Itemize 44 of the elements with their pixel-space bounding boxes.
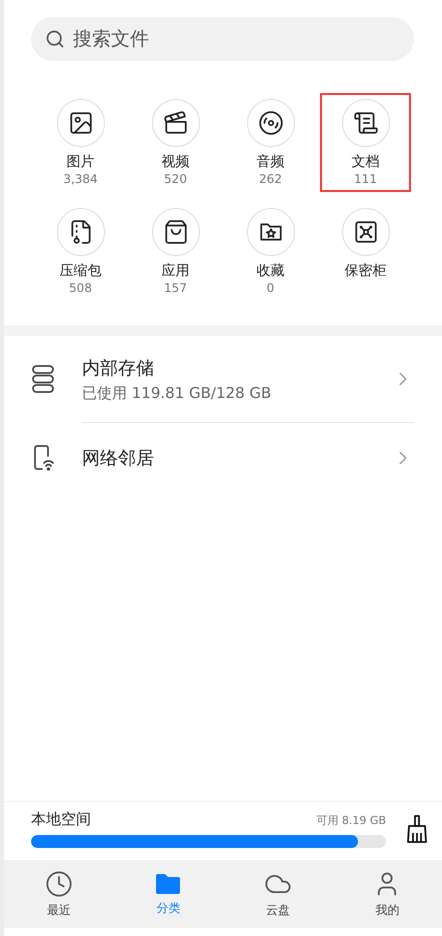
location-title[interactable]: 内部存储 — [82, 356, 392, 380]
category-button[interactable] — [246, 208, 294, 256]
category-button[interactable] — [56, 208, 104, 256]
category-count: 0 — [266, 280, 274, 296]
location-subtitle: 已使用 119.81 GB/128 GB — [82, 384, 272, 402]
safe-icon — [352, 219, 378, 245]
category-label: 文档 — [352, 153, 380, 171]
category-button[interactable] — [342, 99, 390, 147]
category-button[interactable] — [152, 208, 200, 256]
space-label: 本地空间 — [31, 810, 91, 829]
category-count: 157 — [164, 280, 187, 296]
category-label: 保密柜 — [344, 262, 386, 280]
tab[interactable]: 我的 — [332, 860, 442, 928]
category-label: 应用 — [162, 262, 190, 280]
category-count: 3,384 — [63, 171, 98, 187]
storage-icon — [32, 365, 54, 393]
category-label: 音频 — [256, 153, 284, 171]
search-icon — [45, 29, 65, 49]
tab[interactable]: 云盘 — [223, 860, 332, 928]
tab[interactable]: 最近 — [4, 860, 114, 928]
category-button[interactable] — [246, 99, 294, 147]
clapperboard-icon — [162, 110, 188, 136]
broom-icon[interactable] — [406, 815, 428, 843]
category-label: 视频 — [162, 153, 190, 171]
category-count: 508 — [69, 280, 92, 296]
category-count: 262 — [259, 171, 282, 187]
search-field[interactable]: 搜索文件 — [31, 17, 414, 61]
category-label: 收藏 — [256, 262, 284, 280]
bag-icon — [162, 219, 188, 245]
image-icon — [68, 110, 94, 136]
folder-icon — [154, 872, 182, 896]
category-count: 520 — [164, 171, 187, 187]
category-button[interactable] — [56, 99, 104, 147]
phone-wifi-icon — [32, 444, 56, 472]
category-button[interactable] — [342, 208, 390, 256]
available-space: 可用 8.19 GB — [316, 813, 386, 828]
clock-icon — [44, 870, 73, 898]
location-title[interactable]: 网络邻居 — [82, 446, 392, 470]
category-label: 图片 — [66, 153, 94, 171]
category-label: 压缩包 — [60, 262, 102, 280]
scroll-icon — [352, 110, 378, 136]
category-button[interactable] — [152, 99, 200, 147]
disc-icon — [258, 110, 284, 136]
category-count: 111 — [354, 171, 377, 187]
